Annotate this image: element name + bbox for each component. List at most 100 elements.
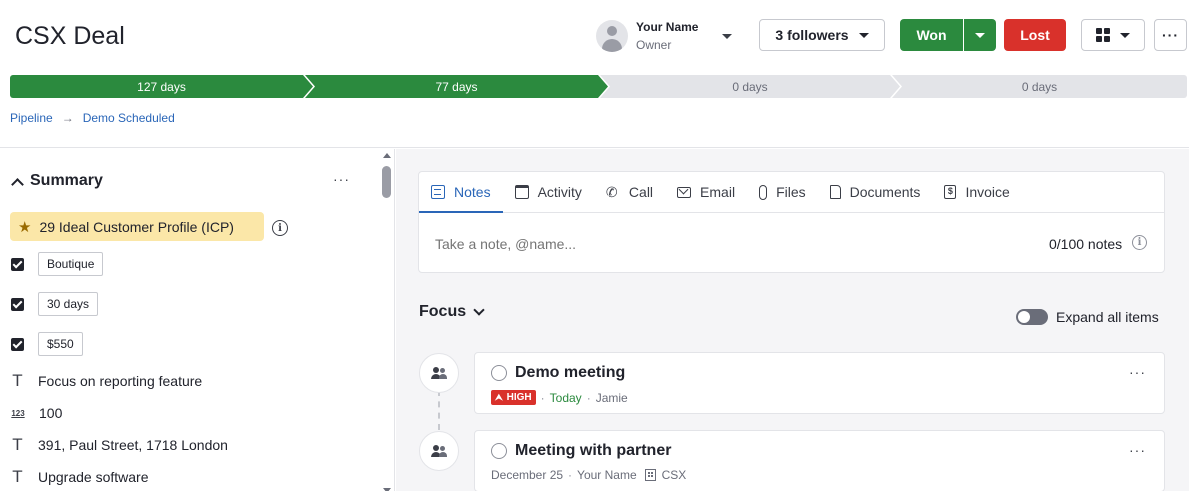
mark-done-checkbox[interactable] xyxy=(491,443,507,459)
grid-icon xyxy=(1096,28,1110,42)
toggle-switch[interactable] xyxy=(1016,309,1048,325)
summary-field: T Focus on reporting feature xyxy=(11,369,202,393)
invoice-icon: $ xyxy=(944,185,957,199)
activity-meta: ⮝ HIGH · Today · Jamie xyxy=(491,390,628,405)
note-composer: Notes Activity ✆ Call Email Files Docume… xyxy=(418,171,1165,273)
breadcrumb: Pipeline → Demo Scheduled xyxy=(10,111,175,125)
page-title: CSX Deal xyxy=(15,22,125,50)
email-icon xyxy=(677,186,692,198)
tab-email[interactable]: Email xyxy=(665,172,747,212)
won-dropdown-button[interactable] xyxy=(964,19,996,51)
followers-label: 3 followers xyxy=(775,27,849,43)
activity-title[interactable]: Demo meeting xyxy=(515,364,625,382)
main-content: Notes Activity ✆ Call Email Files Docume… xyxy=(396,149,1189,491)
avatar xyxy=(596,20,628,52)
owner-selector[interactable]: Your Name Owner xyxy=(596,18,741,54)
field-value[interactable]: Upgrade software xyxy=(38,469,149,485)
tab-documents[interactable]: Documents xyxy=(818,172,933,212)
tab-label: Invoice xyxy=(965,184,1010,200)
summary-field: T Upgrade software xyxy=(11,465,149,489)
calendar-icon xyxy=(514,185,529,199)
activity-date: December 25 xyxy=(491,468,564,482)
breadcrumb-stage[interactable]: Demo Scheduled xyxy=(83,111,175,125)
document-icon xyxy=(829,185,841,199)
tab-files[interactable]: Files xyxy=(747,172,818,212)
scroll-up-icon[interactable] xyxy=(383,153,391,158)
checkbox[interactable] xyxy=(11,337,24,351)
field-value: 30 days xyxy=(38,292,99,316)
text-icon: T xyxy=(12,435,23,454)
field-value[interactable]: Focus on reporting feature xyxy=(38,373,202,389)
meeting-icon xyxy=(419,431,459,471)
activity-more-button[interactable]: ··· xyxy=(1129,442,1146,458)
checkbox[interactable] xyxy=(11,257,24,271)
focus-section-toggle[interactable]: Focus xyxy=(419,303,485,321)
scroll-thumb[interactable] xyxy=(382,166,391,198)
tab-invoice[interactable]: $ Invoice xyxy=(932,172,1021,212)
tab-label: Documents xyxy=(849,184,921,200)
activity-card[interactable]: Demo meeting ··· ⮝ HIGH · Today · Jamie xyxy=(474,352,1165,414)
field-value[interactable]: 100 xyxy=(39,405,62,421)
won-button[interactable]: Won xyxy=(900,19,963,51)
activity-title[interactable]: Meeting with partner xyxy=(515,442,671,460)
summary-more-button[interactable]: ··· xyxy=(333,171,350,187)
summary-header[interactable]: Summary xyxy=(10,171,360,191)
field-value[interactable]: 391, Paul Street, 1718 London xyxy=(38,437,228,453)
activity-org[interactable]: CSX xyxy=(662,468,687,482)
tab-label: Call xyxy=(628,184,654,200)
stage-3[interactable]: 0 days xyxy=(600,75,900,98)
view-switcher-button[interactable] xyxy=(1081,19,1145,51)
summary-sidebar: Summary ··· ★ 29 Ideal Customer Profile … xyxy=(0,149,395,491)
owner-name: Your Name xyxy=(636,20,699,34)
chevron-down-icon xyxy=(975,32,985,38)
activity-person[interactable]: Your Name xyxy=(577,468,637,482)
meeting-icon xyxy=(419,353,459,393)
icp-label: 29 Ideal Customer Profile (ICP) xyxy=(39,218,234,235)
timeline-connector xyxy=(438,390,440,430)
stage-2[interactable]: 77 days xyxy=(305,75,608,98)
star-icon: ★ xyxy=(18,218,32,236)
info-icon[interactable]: i xyxy=(272,220,288,236)
chevron-down-icon xyxy=(473,304,485,316)
icp-badge: ★ 29 Ideal Customer Profile (ICP) xyxy=(10,212,264,241)
activity-meta: December 25 · Your Name CSX xyxy=(491,468,687,482)
priority-badge: ⮝ HIGH xyxy=(491,390,536,405)
more-actions-button[interactable]: ··· xyxy=(1154,19,1187,51)
paperclip-icon xyxy=(759,184,768,200)
expand-all-label: Expand all items xyxy=(1056,309,1159,325)
number-icon: 123 xyxy=(11,408,25,418)
summary-title: Summary xyxy=(30,172,103,189)
tab-call[interactable]: ✆ Call xyxy=(594,172,665,212)
sidebar-scrollbar[interactable] xyxy=(380,149,394,491)
followers-button[interactable]: 3 followers xyxy=(759,19,885,51)
tab-label: Notes xyxy=(454,183,491,200)
tab-label: Email xyxy=(700,184,736,200)
pipeline-stages: 127 days 77 days 0 days 0 days xyxy=(10,75,1187,98)
deal-header: CSX Deal Your Name Owner 3 followers Won… xyxy=(0,0,1189,148)
chevron-up-icon xyxy=(11,177,24,191)
stage-4[interactable]: 0 days xyxy=(892,75,1187,98)
owner-role: Owner xyxy=(636,38,672,52)
activity-more-button[interactable]: ··· xyxy=(1129,364,1146,380)
summary-field: Boutique xyxy=(11,252,104,276)
breadcrumb-pipeline[interactable]: Pipeline xyxy=(10,111,53,125)
activity-person[interactable]: Jamie xyxy=(596,391,628,405)
expand-all-toggle[interactable]: Expand all items xyxy=(1016,309,1159,325)
stage-1[interactable]: 127 days xyxy=(10,75,313,98)
chevron-down-icon xyxy=(722,34,732,39)
checkbox[interactable] xyxy=(11,297,24,311)
note-count: 0/100 notes xyxy=(1049,236,1123,252)
activity-card[interactable]: Meeting with partner ··· December 25 · Y… xyxy=(474,430,1165,491)
tab-activity[interactable]: Activity xyxy=(503,172,594,212)
summary-field: $550 xyxy=(11,332,83,356)
priority-label: HIGH xyxy=(506,392,532,403)
tab-notes[interactable]: Notes xyxy=(419,172,503,213)
note-input[interactable] xyxy=(435,236,935,252)
summary-field: T 391, Paul Street, 1718 London xyxy=(11,433,228,457)
mark-done-checkbox[interactable] xyxy=(491,365,507,381)
lost-button[interactable]: Lost xyxy=(1004,19,1066,51)
field-value: Boutique xyxy=(38,252,104,276)
info-icon[interactable]: i xyxy=(1132,235,1147,250)
tab-label: Activity xyxy=(537,184,582,200)
chevron-down-icon xyxy=(858,32,869,38)
